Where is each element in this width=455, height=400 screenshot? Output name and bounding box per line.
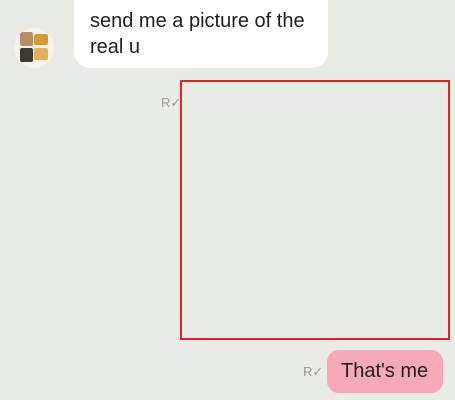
avatar-photo-tile — [34, 34, 48, 45]
read-receipt-icon: R✓ — [303, 364, 324, 379]
avatar-photo-tile — [20, 48, 33, 62]
sent-image-attachment[interactable] — [180, 80, 450, 340]
incoming-message-bubble[interactable]: send me a picture of the real u — [74, 0, 328, 68]
avatar-photo-tile — [34, 48, 48, 60]
contact-avatar[interactable] — [14, 28, 54, 68]
avatar-photo-tile — [20, 32, 33, 46]
outgoing-message-bubble[interactable]: That's me — [327, 350, 443, 393]
outgoing-message-text: That's me — [341, 360, 429, 382]
read-receipt-icon: R✓ — [161, 95, 182, 110]
incoming-message-text: send me a picture of the real u — [90, 10, 305, 58]
